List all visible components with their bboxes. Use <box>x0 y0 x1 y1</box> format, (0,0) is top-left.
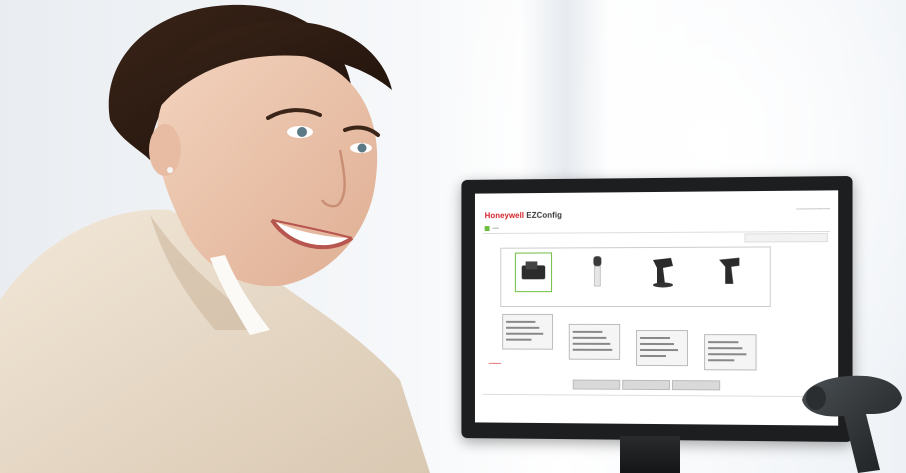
device-info-box <box>568 323 621 360</box>
footer-links <box>482 393 830 404</box>
device-item[interactable] <box>505 250 560 304</box>
device-item[interactable] <box>635 250 691 304</box>
device-item[interactable] <box>701 250 758 304</box>
breadcrumb-text: ▪▪▪▪▪▪ <box>492 226 499 231</box>
action-button[interactable] <box>671 380 721 391</box>
woman-illustration <box>0 4 430 473</box>
photo-scene: Honeywell EZConfig ▪▪▪▪▪▪▪▪▪▪▪▪▪▪▪▪▪▪▪▪▪… <box>0 0 906 473</box>
scanner-device-icon <box>580 256 616 290</box>
brand-primary: Honeywell <box>484 210 525 221</box>
app-brand: Honeywell EZConfig <box>485 211 562 220</box>
monitor-stand <box>620 436 680 473</box>
brand-secondary: EZConfig <box>526 210 563 220</box>
device-item[interactable] <box>570 250 625 304</box>
device-list <box>500 246 771 308</box>
action-button[interactable] <box>572 379 621 390</box>
scanner-device-icon <box>653 257 672 288</box>
scanner-device-icon <box>719 257 740 284</box>
background-window <box>520 0 610 200</box>
computer-monitor: Honeywell EZConfig ▪▪▪▪▪▪▪▪▪▪▪▪▪▪▪▪▪▪▪▪▪… <box>461 175 853 443</box>
note-text: ▪▪▪▪▪▪▪▪▪▪▪▪ <box>488 361 501 366</box>
header-links[interactable]: ▪▪▪▪▪▪▪▪▪▪▪▪▪▪▪▪▪▪▪▪▪▪▪▪▪▪▪▪▪▪▪ <box>796 207 830 211</box>
app-header: Honeywell EZConfig ▪▪▪▪▪▪▪▪▪▪▪▪▪▪▪▪▪▪▪▪▪… <box>485 203 830 222</box>
device-info-box <box>704 334 757 371</box>
status-icon <box>484 226 490 232</box>
device-info-box <box>636 329 689 367</box>
monitor-screen: Honeywell EZConfig ▪▪▪▪▪▪▪▪▪▪▪▪▪▪▪▪▪▪▪▪▪… <box>474 190 839 426</box>
scanner-device-icon <box>514 252 553 293</box>
action-button[interactable] <box>622 379 670 391</box>
barcode-scanner-icon <box>802 375 902 473</box>
search-input[interactable] <box>744 232 828 243</box>
device-info-box <box>502 313 554 350</box>
